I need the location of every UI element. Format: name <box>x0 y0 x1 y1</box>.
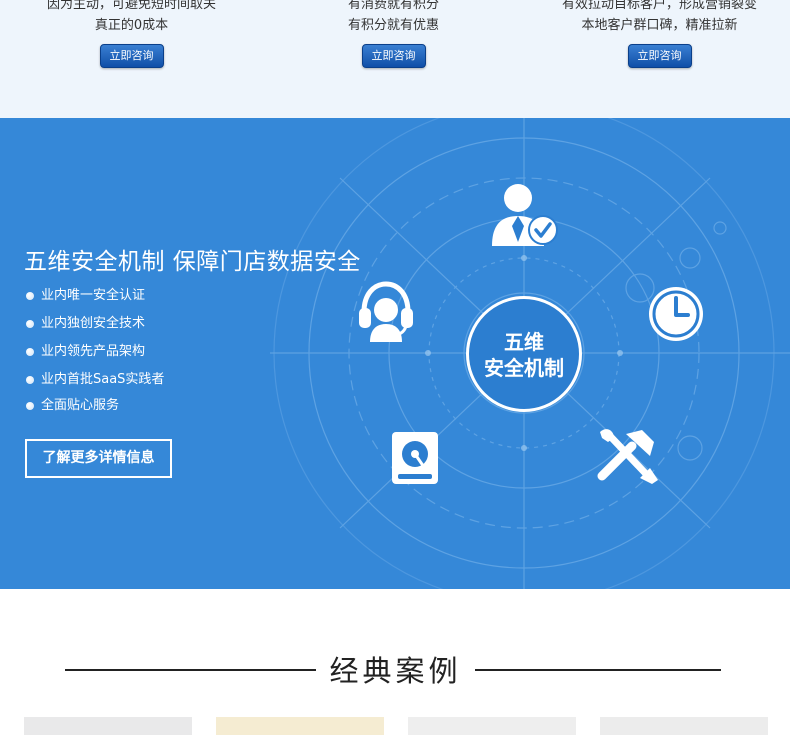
user-check-icon <box>492 184 558 246</box>
feature-column-1-line1: 因为主动，可避免短时间取关 <box>46 0 216 12</box>
consult-button-2[interactable]: 立即咨询 <box>361 44 426 68</box>
tools-icon <box>597 429 658 484</box>
case-thumbnail[interactable] <box>408 717 576 735</box>
security-feature-item: 全面贴心服务 <box>26 396 164 424</box>
feature-column-2: 有消费就有积分 有积分就有优惠 立即咨询 <box>262 0 525 68</box>
feature-column-3-line1: 有效拉动目标客户，形成营销裂变 <box>561 0 757 12</box>
clock-icon <box>649 287 703 341</box>
security-mechanism-section: 五维安全机制 保障门店数据安全 业内唯一安全认证 业内独创安全技术 业内领先产品… <box>0 118 790 589</box>
security-feature-item: 业内唯一安全认证 <box>26 286 164 314</box>
feature-column-1-line2: 真正的0成本 <box>94 18 169 33</box>
security-feature-item: 业内首批SaaS实践者 <box>26 370 164 396</box>
classic-cases-title: 经典案例 <box>329 654 462 688</box>
feature-column-1: 因为主动，可避免短时间取关 真正的0成本 立即咨询 <box>0 0 263 68</box>
consult-button-1[interactable]: 立即咨询 <box>99 44 164 68</box>
headset-icon <box>359 281 413 342</box>
center-badge-line2: 安全机制 <box>484 356 564 380</box>
security-feature-item: 业内领先产品架构 <box>26 342 164 370</box>
center-badge-line1: 五维 <box>504 330 544 354</box>
learn-more-button[interactable]: 了解更多详情信息 <box>25 439 172 478</box>
title-divider-left <box>65 669 316 671</box>
feature-column-2-line2: 有积分就有优惠 <box>347 18 439 33</box>
security-title: 五维安全机制 保障门店数据安全 <box>24 249 361 275</box>
feature-column-3-line2: 本地客户群口碑，精准拉新 <box>581 18 738 33</box>
top-feature-strip: 因为主动，可避免短时间取关 真正的0成本 立即咨询 有消费就有积分 有积分就有优… <box>0 0 790 118</box>
security-feature-list: 业内唯一安全认证 业内独创安全技术 业内领先产品架构 业内首批SaaS实践者 全… <box>26 286 164 424</box>
consult-button-3[interactable]: 立即咨询 <box>627 44 692 68</box>
hard-drive-icon <box>392 432 438 484</box>
feature-column-3: 有效拉动目标客户，形成营销裂变 本地客户群口碑，精准拉新 立即咨询 <box>528 0 790 68</box>
feature-column-2-line1: 有消费就有积分 <box>347 0 439 12</box>
classic-cases-header: 经典案例 <box>0 640 790 696</box>
security-feature-item: 业内独创安全技术 <box>26 314 164 342</box>
five-dimension-center-badge: 五维 安全机制 <box>466 296 582 412</box>
case-thumbnail[interactable] <box>216 717 384 735</box>
case-thumbnail[interactable] <box>600 717 768 735</box>
case-thumbnail[interactable] <box>24 717 192 735</box>
title-divider-right <box>475 669 721 671</box>
